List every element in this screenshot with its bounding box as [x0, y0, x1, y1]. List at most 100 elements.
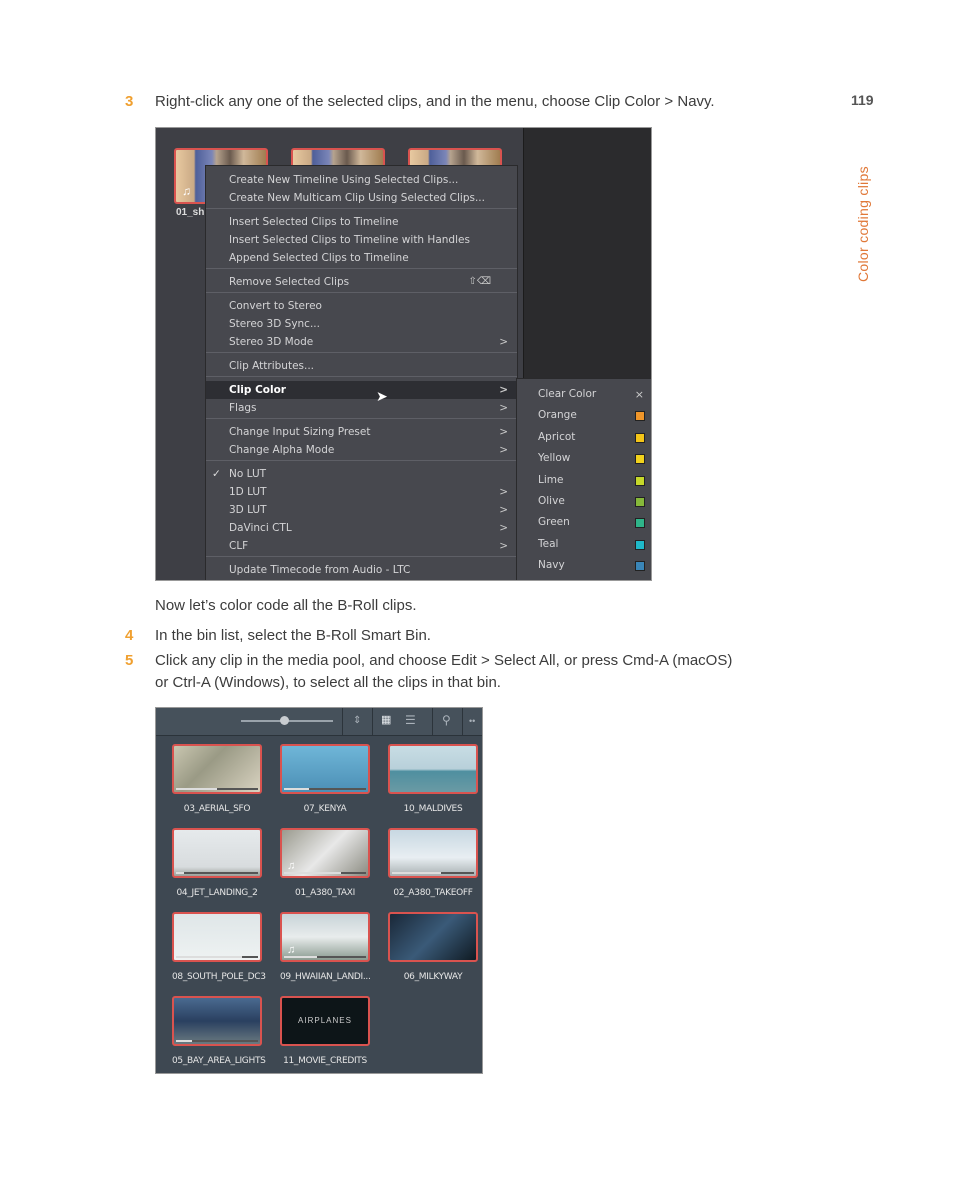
- menu-item-stereo-3d-sync[interactable]: Stereo 3D Sync...: [206, 315, 517, 333]
- clip-color-green[interactable]: Green: [517, 512, 651, 533]
- menu-item-no-lut[interactable]: No LUT ✓: [206, 465, 517, 483]
- clip-color-olive[interactable]: Olive: [517, 491, 651, 512]
- clip-name: 05_BAY_AREA_LIGHTS: [172, 1056, 266, 1066]
- menu-item-remove-selected-clips[interactable]: Remove Selected Clips ⇧⌫: [206, 273, 517, 291]
- clip-color-clear-color[interactable]: Clear Color ×: [517, 384, 651, 405]
- clip-tile[interactable]: 10_MALDIVES: [388, 744, 478, 814]
- clip-color-yellow[interactable]: Yellow: [517, 448, 651, 469]
- viewer-panel: [523, 128, 651, 378]
- clip-tile[interactable]: 03_AERIAL_SFO: [172, 744, 262, 814]
- color-swatch-icon: [635, 454, 645, 465]
- menu-item-clf[interactable]: CLF >: [206, 537, 517, 555]
- submenu-item-label: Orange: [538, 409, 577, 422]
- clip-progress-bar: [176, 788, 258, 790]
- color-swatch-icon: [635, 518, 645, 529]
- color-swatch-icon: [635, 561, 645, 572]
- color-swatch-icon: [635, 539, 645, 550]
- clip-tile[interactable]: ♫ 01_A380_TAXI: [280, 828, 370, 898]
- menu-item-insert-selected-clips-to-timeline-with-handles[interactable]: Insert Selected Clips to Timeline with H…: [206, 231, 517, 249]
- more-options-icon[interactable]: ••: [469, 716, 475, 726]
- chevron-right-icon: >: [499, 504, 508, 516]
- color-swatch-icon: [635, 411, 645, 422]
- clip-tile[interactable]: 04_JET_LANDING_2: [172, 828, 262, 898]
- list-view-icon[interactable]: ☰: [405, 713, 416, 727]
- menu-item-label: Clip Color: [229, 384, 286, 396]
- menu-item-label: Append Selected Clips to Timeline: [229, 252, 409, 264]
- clip-color-orange[interactable]: Orange: [517, 405, 651, 426]
- menu-item-create-new-timeline-using-selected-clips[interactable]: Create New Timeline Using Selected Clips…: [206, 171, 517, 189]
- slider-handle[interactable]: [280, 716, 289, 725]
- submenu-item-label: Apricot: [538, 430, 576, 443]
- thumbnail-view-icon[interactable]: ▦: [381, 713, 391, 726]
- clip-progress-bar: [392, 872, 474, 874]
- clip-thumbnail[interactable]: [172, 828, 262, 878]
- menu-item-stereo-3d-mode[interactable]: Stereo 3D Mode >: [206, 333, 517, 351]
- shortcut-hint: ⇧⌫: [468, 276, 491, 287]
- clip-thumbnail[interactable]: [388, 744, 478, 794]
- clip-progress-bar: [176, 956, 258, 958]
- step-number-3: 3: [125, 93, 134, 110]
- clip-name: 01_A380_TAXI: [295, 888, 355, 898]
- menu-item-label: 3D LUT: [229, 504, 267, 516]
- menu-item-convert-to-stereo[interactable]: Convert to Stereo: [206, 297, 517, 315]
- divider: [462, 708, 463, 735]
- clip-thumbnail[interactable]: [172, 996, 262, 1046]
- menu-item-clip-attributes[interactable]: Clip Attributes...: [206, 357, 517, 375]
- search-icon[interactable]: ⚲: [442, 713, 451, 727]
- clip-label: 01_sh: [176, 207, 205, 218]
- sort-icon[interactable]: ⇕: [353, 715, 361, 726]
- menu-item-3d-lut[interactable]: 3D LUT >: [206, 501, 517, 519]
- menu-item-update-timecode-from-audio-ltc[interactable]: Update Timecode from Audio - LTC: [206, 561, 517, 579]
- clip-tile[interactable]: 02_A380_TAKEOFF: [388, 828, 478, 898]
- menu-item-append-selected-clips-to-timeline[interactable]: Append Selected Clips to Timeline: [206, 249, 517, 267]
- clip-thumbnail[interactable]: [172, 912, 262, 962]
- clip-tile[interactable]: 07_KENYA: [280, 744, 370, 814]
- clip-thumbnail[interactable]: [172, 744, 262, 794]
- clip-tile[interactable]: 08_SOUTH_POLE_DC3: [172, 912, 266, 982]
- menu-item-label: Change Alpha Mode: [229, 444, 335, 456]
- menu-item-label: CLF: [229, 540, 249, 552]
- menu-item-change-alpha-mode[interactable]: Change Alpha Mode >: [206, 441, 517, 459]
- interlude-text: Now let’s color code all the B-Roll clip…: [155, 597, 417, 614]
- clip-thumbnail[interactable]: [388, 828, 478, 878]
- menu-item-label: Update Timecode from Audio - LTC: [229, 564, 411, 576]
- audio-icon: ♫: [182, 184, 191, 198]
- menu-item-label: Change Input Sizing Preset: [229, 426, 371, 438]
- clip-thumbnail[interactable]: ♫: [280, 828, 370, 878]
- menu-item-flags[interactable]: Flags >: [206, 399, 517, 417]
- menu-item-label: Stereo 3D Mode: [229, 336, 314, 348]
- clip-tile[interactable]: 05_BAY_AREA_LIGHTS: [172, 996, 266, 1066]
- checkmark-icon: ✓: [212, 468, 221, 480]
- chevron-right-icon: >: [499, 402, 508, 414]
- clip-thumbnail[interactable]: [388, 912, 478, 962]
- clip-tile[interactable]: AIRPLANES 11_MOVIE_CREDITS: [280, 996, 370, 1066]
- clip-tile[interactable]: ♫ 09_HWAIIAN_LANDI...: [280, 912, 371, 982]
- menu-item-change-input-sizing-preset[interactable]: Change Input Sizing Preset >: [206, 423, 517, 441]
- clip-color-teal[interactable]: Teal: [517, 534, 651, 555]
- clip-thumbnail[interactable]: ♫: [280, 912, 370, 962]
- clip-name: 04_JET_LANDING_2: [176, 888, 258, 898]
- chevron-right-icon: >: [499, 540, 508, 552]
- clip-name: 11_MOVIE_CREDITS: [283, 1056, 367, 1066]
- menu-item-label: Create New Timeline Using Selected Clips…: [229, 174, 459, 186]
- color-swatch-icon: [635, 497, 645, 507]
- clip-thumbnail[interactable]: AIRPLANES: [280, 996, 370, 1046]
- clip-name: 03_AERIAL_SFO: [183, 804, 251, 814]
- submenu-item-label: Clear Color: [538, 388, 597, 400]
- menu-item-davinci-ctl[interactable]: DaVinci CTL >: [206, 519, 517, 537]
- menu-item-label: Flags: [229, 402, 257, 414]
- chevron-right-icon: >: [499, 522, 508, 534]
- menu-item-1d-lut[interactable]: 1D LUT >: [206, 483, 517, 501]
- clip-thumbnail[interactable]: [280, 744, 370, 794]
- context-menu: Create New Timeline Using Selected Clips…: [205, 165, 518, 580]
- menu-item-clip-color[interactable]: Clip Color >: [206, 381, 517, 399]
- menu-item-insert-selected-clips-to-timeline[interactable]: Insert Selected Clips to Timeline: [206, 213, 517, 231]
- section-title: Color coding clips: [855, 166, 871, 282]
- clip-color-apricot[interactable]: Apricot: [517, 427, 651, 448]
- clip-name: 06_MILKYWAY: [403, 972, 463, 982]
- menu-item-create-new-multicam-clip-using-selected-clips[interactable]: Create New Multicam Clip Using Selected …: [206, 189, 517, 207]
- clip-color-navy[interactable]: Navy: [517, 555, 651, 576]
- clip-color-lime[interactable]: Lime: [517, 470, 651, 491]
- menu-item-label: Insert Selected Clips to Timeline: [229, 216, 399, 228]
- clip-tile[interactable]: 06_MILKYWAY: [388, 912, 478, 982]
